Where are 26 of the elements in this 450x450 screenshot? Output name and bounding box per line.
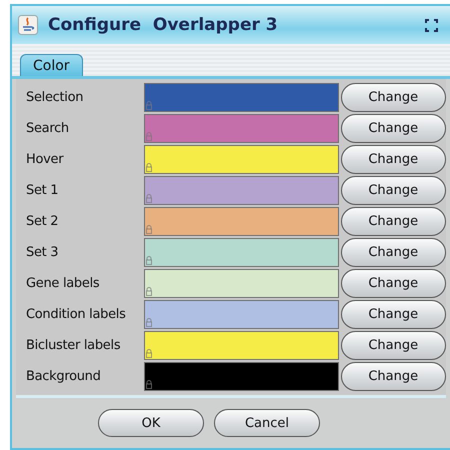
- java-cup-icon: [18, 15, 38, 35]
- change-button[interactable]: Change: [340, 114, 446, 143]
- change-button[interactable]: Change: [340, 145, 446, 174]
- change-button[interactable]: Change: [340, 207, 446, 236]
- change-button[interactable]: Change: [340, 238, 446, 267]
- change-button[interactable]: Change: [340, 300, 446, 329]
- change-button[interactable]: Change: [340, 269, 446, 298]
- cancel-button[interactable]: Cancel: [214, 409, 320, 437]
- color-label: Search: [26, 121, 70, 136]
- color-label: Hover: [26, 152, 65, 167]
- color-label: Set 3: [26, 245, 60, 260]
- maximize-icon[interactable]: [425, 18, 438, 32]
- color-tab[interactable]: Color: [20, 54, 83, 76]
- ok-button[interactable]: OK: [98, 409, 204, 437]
- change-button[interactable]: Change: [340, 331, 446, 360]
- color-label: Set 2: [26, 214, 60, 229]
- color-label: Bicluster labels: [26, 338, 122, 353]
- color-label: Set 1: [26, 183, 60, 198]
- window-title: Configure Overlapper 3: [48, 15, 279, 35]
- change-button[interactable]: Change: [340, 83, 446, 112]
- change-button[interactable]: Change: [340, 362, 446, 391]
- color-label: Background: [26, 369, 102, 384]
- change-button[interactable]: Change: [340, 176, 446, 205]
- color-label: Gene labels: [26, 276, 100, 291]
- color-label: Condition labels: [26, 307, 127, 322]
- color-label: Selection: [26, 90, 84, 105]
